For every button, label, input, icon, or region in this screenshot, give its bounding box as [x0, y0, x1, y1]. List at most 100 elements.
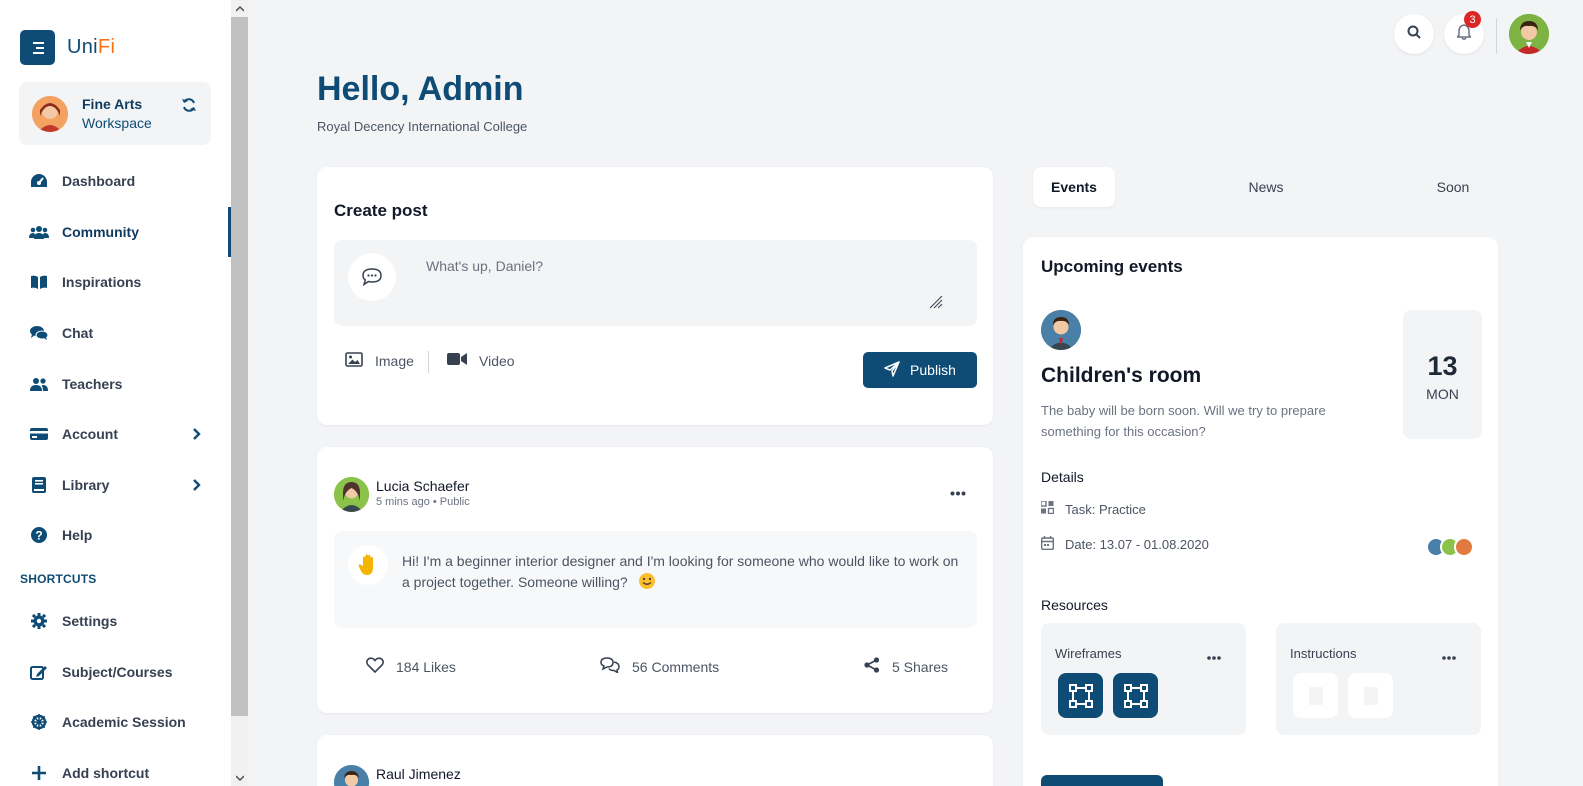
sidebar-item-help[interactable]: ? Help	[0, 510, 231, 561]
shortcut-subject-courses[interactable]: Subject/Courses	[0, 647, 231, 698]
users-icon	[29, 225, 49, 239]
sidebar-item-chat[interactable]: Chat	[0, 308, 231, 359]
right-tabs: Events News Soon	[1033, 167, 1489, 207]
vector-file-icon[interactable]	[1058, 673, 1103, 718]
action-divider	[428, 351, 429, 373]
shortcut-add[interactable]: Add shortcut	[0, 748, 231, 786]
heart-icon	[366, 657, 384, 676]
sidebar-item-label: Dashboard	[62, 173, 136, 190]
gear-icon	[29, 613, 49, 630]
scroll-down-arrow-icon[interactable]	[231, 769, 248, 786]
speedometer-icon	[29, 173, 49, 189]
grid-icon	[1040, 500, 1055, 517]
notification-badge: 3	[1464, 11, 1481, 28]
workspace-subtitle: Workspace	[82, 114, 152, 131]
sidebar-item-label: Inspirations	[62, 274, 142, 291]
sidebar: UniFi Fine Arts Workspace Dashboard Comm…	[0, 0, 231, 786]
post-author-avatar[interactable]	[334, 477, 369, 512]
comment-button[interactable]: 56 Comments	[600, 657, 719, 676]
event-action-button[interactable]	[1041, 775, 1163, 786]
image-icon	[345, 352, 363, 370]
sidebar-item-dashboard[interactable]: Dashboard	[0, 156, 231, 207]
tab-news[interactable]: News	[1225, 167, 1307, 207]
chevron-right-icon[interactable]	[193, 427, 201, 443]
card-icon	[29, 427, 49, 441]
workspace-avatar	[32, 95, 68, 132]
attendees-avatars[interactable]	[1426, 537, 1474, 557]
event-host-avatar[interactable]	[1041, 310, 1081, 350]
publish-button[interactable]: Publish	[863, 352, 977, 388]
document-file-icon[interactable]	[1293, 673, 1338, 718]
logo[interactable]: UniFi	[20, 30, 115, 65]
sidebar-item-teachers[interactable]: Teachers	[0, 358, 231, 409]
create-post-title: Create post	[334, 201, 428, 220]
notifications-button[interactable]: 3	[1444, 11, 1484, 54]
logo-suffix: Fi	[97, 36, 116, 58]
post-input-placeholder[interactable]: What's up, Daniel?	[426, 258, 543, 274]
scroll-thumb[interactable]	[231, 17, 248, 716]
comments-icon	[600, 657, 620, 676]
task-text: Task: Practice	[1065, 501, 1146, 517]
workspace-switcher[interactable]: Fine Arts Workspace	[19, 82, 211, 145]
shortcut-academic-session[interactable]: Academic Session	[0, 697, 231, 748]
resize-handle-icon[interactable]	[929, 295, 943, 314]
more-options-icon[interactable]	[1442, 647, 1456, 665]
post-author-name[interactable]: Raul Jimenez	[376, 766, 461, 782]
post-composer[interactable]: What's up, Daniel?	[334, 240, 977, 326]
attendee-avatar[interactable]	[1454, 537, 1474, 557]
post-meta: 5 mins ago • Public	[376, 496, 470, 508]
shortcut-settings[interactable]: Settings	[0, 596, 231, 647]
logo-prefix: Uni	[67, 36, 98, 58]
plus-icon	[29, 766, 49, 781]
resource-instructions[interactable]: Instructions	[1276, 623, 1481, 735]
shortcut-label: Subject/Courses	[62, 663, 173, 680]
sidebar-item-community[interactable]: Community	[0, 206, 231, 258]
scroll-up-arrow-icon[interactable]	[231, 0, 248, 17]
tab-soon[interactable]: Soon	[1412, 167, 1494, 207]
event-weekday: MON	[1426, 386, 1459, 402]
event-description: The baby will be born soon. Will we try …	[1041, 403, 1326, 439]
refresh-icon[interactable]	[181, 97, 197, 118]
sidebar-item-label: Library	[62, 476, 110, 493]
share-button[interactable]: 5 Shares	[864, 657, 948, 676]
organization-name: Royal Decency International College	[317, 119, 528, 134]
sidebar-item-label: Account	[62, 426, 118, 443]
user-avatar[interactable]	[1509, 14, 1549, 54]
resources-label: Resources	[1041, 597, 1108, 613]
event-name[interactable]: Children's room	[1041, 364, 1201, 388]
tab-events[interactable]: Events	[1033, 167, 1115, 207]
like-button[interactable]: 184 Likes	[366, 657, 456, 676]
sidebar-item-inspirations[interactable]: Inspirations	[0, 257, 231, 308]
sidebar-item-library[interactable]: Library	[0, 460, 231, 511]
search-button[interactable]	[1394, 14, 1434, 54]
waving-hand-icon	[348, 545, 388, 585]
workspace-name: Fine Arts	[82, 95, 143, 112]
book-icon	[29, 275, 49, 290]
video-label: Video	[479, 352, 515, 369]
more-options-icon[interactable]	[1207, 647, 1221, 665]
post-author-avatar[interactable]	[334, 765, 369, 786]
add-video-button[interactable]: Video	[447, 352, 515, 369]
add-image-button[interactable]: Image	[345, 352, 414, 370]
post-time: 5 mins ago	[376, 496, 430, 508]
events-title: Upcoming events	[1041, 257, 1183, 276]
post-text: Hi! I'm a beginner interior designer and…	[402, 551, 962, 596]
event-day: 13	[1427, 351, 1458, 381]
more-options-icon[interactable]	[950, 483, 966, 501]
resource-name: Wireframes	[1055, 646, 1122, 661]
post-card: Lucia Schaefer 5 mins ago • Public Hi! I…	[317, 447, 993, 713]
resource-wireframes[interactable]: Wireframes	[1041, 623, 1246, 735]
document-file-icon[interactable]	[1348, 673, 1393, 718]
share-icon	[864, 657, 880, 676]
vector-file-icon[interactable]	[1113, 673, 1158, 718]
wheel-icon	[29, 714, 49, 731]
calendar-icon	[1040, 536, 1055, 553]
sidebar-scrollbar[interactable]	[231, 0, 248, 786]
video-icon	[447, 352, 467, 369]
svg-text:?: ?	[35, 529, 42, 543]
post-author-name[interactable]: Lucia Schaefer	[376, 478, 469, 494]
sidebar-item-account[interactable]: Account	[0, 409, 231, 460]
chevron-right-icon[interactable]	[193, 478, 201, 494]
menu-lines-icon[interactable]	[20, 30, 55, 65]
create-post-card: Create post What's up, Daniel? Image Vid…	[317, 167, 993, 425]
